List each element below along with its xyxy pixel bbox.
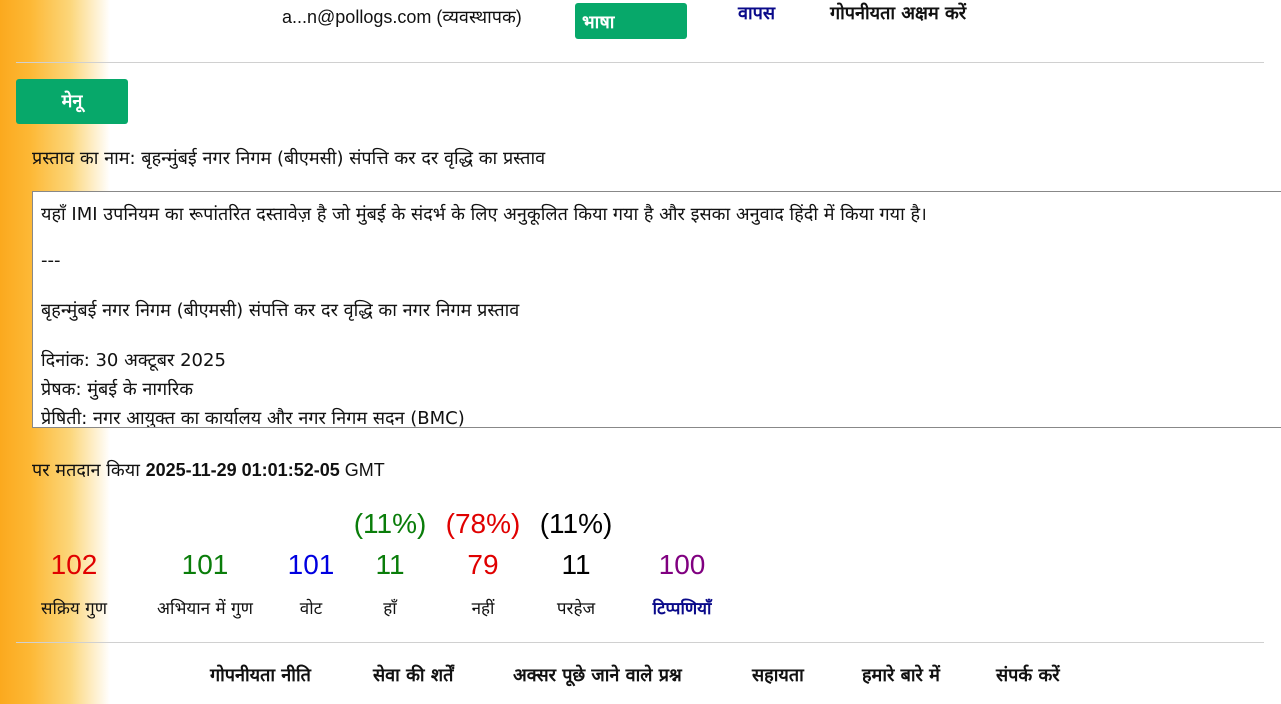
user-account-label: a...n@pollogs.com (व्यवस्थापक): [282, 7, 522, 27]
footer-divider: [16, 642, 1264, 643]
footer-help-link[interactable]: सहायता: [752, 663, 804, 687]
footer-privacy-policy-link[interactable]: गोपनीयता नीति: [210, 663, 311, 687]
footer-terms-link[interactable]: सेवा की शर्तें: [373, 663, 453, 687]
abstain-percent: (11%): [539, 508, 613, 539]
proposal-document-box[interactable]: यहाँ IMI उपनियम का रूपांतरित दस्तावेज़ ह…: [32, 191, 1281, 428]
document-line: ---: [41, 250, 61, 271]
header-divider: [16, 62, 1264, 63]
vote-time: 2025-11-29 01:01:52-05: [145, 460, 340, 480]
vote-timezone: GMT: [339, 460, 385, 480]
vote-prefix: पर मतदान किया: [32, 460, 146, 481]
footer-contact-link[interactable]: संपर्क करें: [996, 663, 1060, 687]
document-line: यहाँ IMI उपनियम का रूपांतरित दस्तावेज़ ह…: [41, 204, 927, 225]
comments-count: 100: [658, 549, 706, 580]
document-line: बृहन्मुंबई नगर निगम (बीएमसी) संपत्ति कर …: [41, 300, 520, 321]
document-line: प्रेषक: मुंबई के नागरिक: [41, 379, 194, 400]
disable-privacy-link[interactable]: गोपनीयता अक्षम करें: [830, 1, 966, 25]
back-link[interactable]: वापस: [738, 1, 775, 25]
document-line: दिनांक: 30 अक्टूबर 2025: [41, 350, 226, 371]
document-line: प्रेषिती: नगर आयुक्त का कार्यालय और नगर …: [41, 408, 465, 428]
footer-about-link[interactable]: हमारे बारे में: [862, 663, 940, 687]
language-button[interactable]: भाषा: [575, 3, 687, 39]
vote-timestamp: पर मतदान किया 2025-11-29 01:01:52-05 GMT: [32, 458, 385, 482]
footer-faq-link[interactable]: अक्सर पूछे जाने वाले प्रश्न: [513, 663, 682, 687]
comments-link[interactable]: टिप्पणियाँ: [602, 596, 762, 619]
menu-button[interactable]: मेनू: [16, 79, 128, 124]
proposal-name: प्रस्ताव का नाम: बृहन्मुंबई नगर निगम (बी…: [32, 148, 546, 169]
